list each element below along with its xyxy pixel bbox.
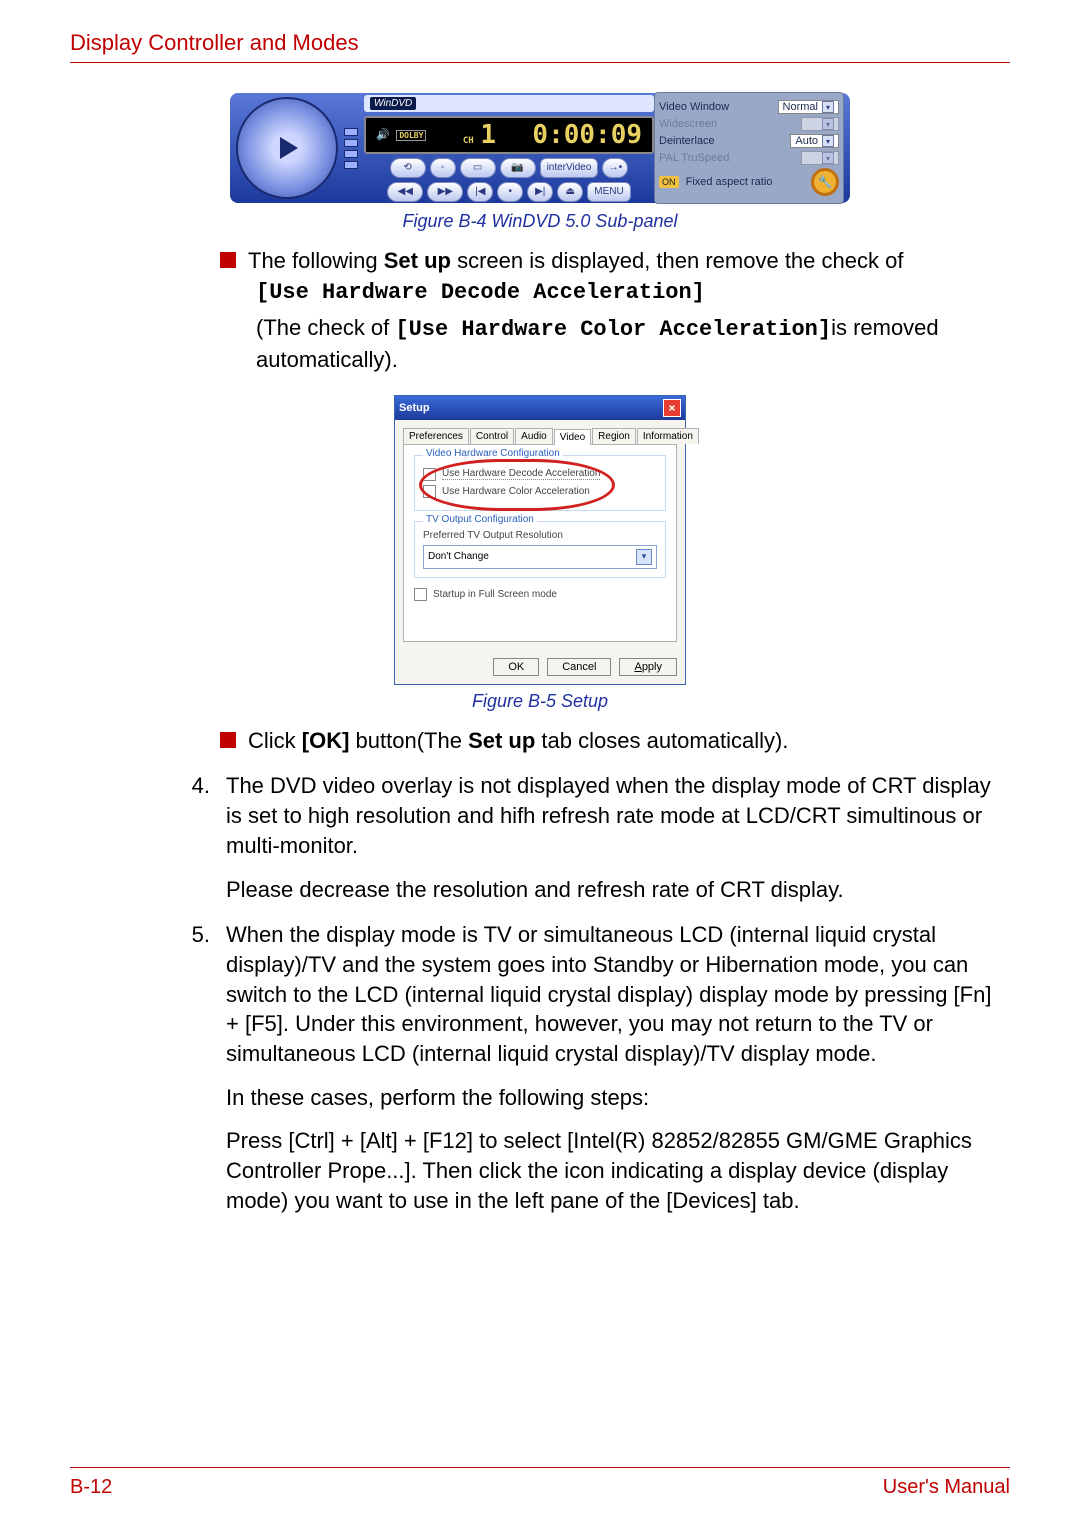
video-window-label: Video Window bbox=[659, 101, 729, 113]
setup-dialog-title: Setup bbox=[399, 402, 430, 414]
tab-audio[interactable]: Audio bbox=[515, 428, 553, 444]
checkbox-hw-decode[interactable] bbox=[423, 468, 436, 481]
more-button[interactable]: →• bbox=[602, 158, 628, 178]
bullet-icon bbox=[220, 252, 236, 268]
pref-tv-label: Preferred TV Output Resolution bbox=[423, 530, 657, 541]
windvd-side-panel: Video Window Normal▾ Widescreen ▾ Deinte… bbox=[654, 92, 844, 204]
apply-button[interactable]: Apply bbox=[619, 658, 677, 676]
stop-button[interactable]: ◦ bbox=[430, 158, 456, 178]
tv-resolution-select[interactable]: Don't Change ▾ bbox=[423, 545, 657, 569]
widescreen-label: Widescreen bbox=[659, 118, 717, 130]
bracket-hw-decode: [Use Hardware Decode Acceleration] bbox=[256, 276, 1000, 308]
rewind-button[interactable]: ⟲ bbox=[390, 158, 426, 178]
fast-forward-button[interactable]: ▶▶ bbox=[427, 182, 463, 202]
next-button[interactable]: ▶| bbox=[527, 182, 553, 202]
para-4a: The DVD video overlay is not displayed w… bbox=[226, 771, 1000, 860]
tab-preferences[interactable]: Preferences bbox=[403, 428, 469, 444]
list-number-5: 5. bbox=[190, 920, 210, 950]
page-header-title: Display Controller and Modes bbox=[70, 30, 1010, 56]
figure-b4-container: WinDVD 🔊 DOLBY CH 1 0:00:09 ⟲ ◦ ▭ 📷 inte… bbox=[70, 93, 1010, 203]
figure-b5-caption: Figure B-5 Setup bbox=[70, 691, 1010, 712]
prev-button[interactable]: |◀ bbox=[467, 182, 493, 202]
chevron-down-icon: ▾ bbox=[636, 549, 652, 565]
fixed-aspect-label: Fixed aspect ratio bbox=[686, 176, 773, 188]
legend-video-hw: Video Hardware Configuration bbox=[423, 448, 563, 459]
label-fullscreen: Startup in Full Screen mode bbox=[433, 589, 557, 600]
label-hw-decode: Use Hardware Decode Acceleration bbox=[442, 468, 600, 480]
menu-button[interactable]: MENU bbox=[587, 182, 630, 202]
pal-select: ▾ bbox=[801, 151, 839, 165]
label-hw-color: Use Hardware Color Acceleration bbox=[442, 486, 590, 497]
bullet-text-1: The following Set up screen is displayed… bbox=[248, 246, 903, 276]
setup-dialog: Setup × Preferences Control Audio Video … bbox=[394, 395, 686, 685]
figure-b4-caption: Figure B-4 WinDVD 5.0 Sub-panel bbox=[70, 211, 1010, 232]
setup-tab-row: Preferences Control Audio Video Region I… bbox=[403, 428, 677, 445]
para-4b: Please decrease the resolution and refre… bbox=[226, 875, 1000, 905]
footer-page-number: B-12 bbox=[70, 1476, 112, 1499]
page-footer: B-12 User's Manual bbox=[70, 1467, 1010, 1499]
ok-button[interactable]: OK bbox=[493, 658, 539, 676]
fast-rewind-button[interactable]: ◀◀ bbox=[387, 182, 423, 202]
chevron-down-icon: ▾ bbox=[822, 135, 834, 147]
aspect-on-badge: ON bbox=[659, 176, 679, 188]
header-rule bbox=[70, 62, 1010, 63]
fieldset-video-hw: Video Hardware Configuration Use Hardwar… bbox=[414, 455, 666, 511]
para-5c: Press [Ctrl] + [Alt] + [F12] to select [… bbox=[226, 1126, 1000, 1215]
volume-bars[interactable] bbox=[344, 128, 358, 169]
pal-label: PAL TruSpeed bbox=[659, 152, 729, 164]
bullet-icon bbox=[220, 732, 236, 748]
widescreen-select: ▾ bbox=[801, 117, 839, 131]
mode-button[interactable]: ▭ bbox=[460, 158, 496, 178]
capture-button[interactable]: 📷 bbox=[500, 158, 536, 178]
checkbox-hw-color[interactable] bbox=[423, 485, 436, 498]
deinterlace-select[interactable]: Auto▾ bbox=[790, 134, 839, 148]
wrench-icon[interactable]: 🔧 bbox=[811, 168, 839, 196]
footer-doc-title: User's Manual bbox=[883, 1476, 1010, 1499]
tab-region[interactable]: Region bbox=[592, 428, 636, 444]
para-5b: In these cases, perform the following st… bbox=[226, 1083, 1000, 1113]
windvd-panel: WinDVD 🔊 DOLBY CH 1 0:00:09 ⟲ ◦ ▭ 📷 inte… bbox=[230, 93, 850, 203]
windvd-logo: WinDVD bbox=[370, 97, 416, 110]
tab-video[interactable]: Video bbox=[554, 429, 591, 445]
fieldset-tv-output: TV Output Configuration Preferred TV Out… bbox=[414, 521, 666, 578]
bullet-text-2: Click [OK] button(The Set up tab closes … bbox=[248, 726, 788, 756]
step-button[interactable]: • bbox=[497, 182, 523, 202]
intervideo-label: interVideo bbox=[540, 158, 599, 178]
para-5a: When the display mode is TV or simultane… bbox=[226, 920, 1000, 1068]
list-number-4: 4. bbox=[190, 771, 210, 801]
chevron-down-icon: ▾ bbox=[822, 101, 834, 113]
legend-tv-output: TV Output Configuration bbox=[423, 514, 537, 525]
video-window-select[interactable]: Normal▾ bbox=[778, 100, 839, 114]
cancel-button[interactable]: Cancel bbox=[547, 658, 611, 676]
play-dial[interactable] bbox=[236, 97, 338, 199]
time-display: 🔊 DOLBY CH 1 0:00:09 bbox=[364, 116, 654, 154]
auto-remove-note: (The check of [Use Hardware Color Accele… bbox=[256, 313, 1000, 374]
checkbox-fullscreen[interactable] bbox=[414, 588, 427, 601]
tab-information[interactable]: Information bbox=[637, 428, 699, 444]
close-icon[interactable]: × bbox=[663, 399, 681, 417]
tab-control[interactable]: Control bbox=[470, 428, 514, 444]
deinterlace-label: Deinterlace bbox=[659, 135, 715, 147]
play-icon bbox=[280, 137, 298, 159]
eject-button[interactable]: ⏏ bbox=[557, 182, 583, 202]
